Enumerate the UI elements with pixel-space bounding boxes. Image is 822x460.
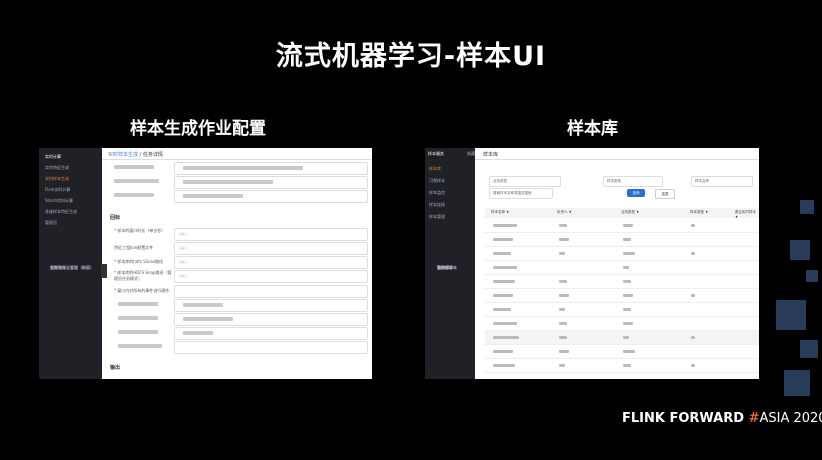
- field-label: * 样本库的HDFS Snap路径（管理员任务模式）: [114, 270, 172, 281]
- left-main: 实时样本生成 / 任务详情 回标 * 样本的窗口时长（单位秒） 请输入 特征工程…: [102, 148, 372, 379]
- slide-title: 流式机器学习-样本UI: [275, 41, 547, 72]
- business-type-select[interactable]: 业务类型: [489, 176, 561, 187]
- table-header: 样本名称 ♦ 负责人 ♦ 业务类型 ♦ 样本类型 ♦ 是否实时样本 ♦: [485, 208, 759, 219]
- divider: [475, 159, 759, 160]
- table-row[interactable]: [485, 233, 759, 247]
- left-sidebar: 实时计算 实时特征生成 实时样本生成 Flink实时计算 Storm实时计算 多…: [39, 148, 102, 379]
- column-header[interactable]: 样本类型 ♦: [690, 210, 708, 215]
- section-title: 回标: [110, 215, 121, 221]
- table-row[interactable]: [485, 359, 759, 373]
- join-config-input[interactable]: 请输入: [174, 242, 368, 255]
- slice-path-input[interactable]: 请输入: [174, 256, 368, 269]
- breadcrumb: 实时样本生成 / 任务详情: [108, 151, 163, 158]
- table-row[interactable]: [485, 303, 759, 317]
- job-config-screenshot: 实时计算 实时特征生成 实时样本生成 Flink实时计算 Storm实时计算 多…: [39, 148, 372, 379]
- blurred-input[interactable]: [174, 190, 368, 203]
- sidebar-item[interactable]: 样本监控: [425, 187, 475, 199]
- window-op-input[interactable]: [174, 285, 368, 298]
- table-row[interactable]: [485, 331, 759, 345]
- right-caption: 样本库: [567, 119, 618, 139]
- table-row[interactable]: [485, 345, 759, 359]
- blurred-label: [114, 179, 159, 183]
- blurred-label: [114, 193, 154, 197]
- field-label: * 样本库的hdfs Sliceа路径: [114, 259, 163, 264]
- table-row[interactable]: [485, 247, 759, 261]
- field-label: 特征工程Join配置文件: [114, 245, 154, 250]
- breadcrumb-current: 任务详情: [142, 152, 163, 158]
- table-row[interactable]: [485, 289, 759, 303]
- decor-cube: [776, 300, 806, 330]
- blurred-input[interactable]: [174, 176, 368, 189]
- sidebar-item[interactable]: Storm实时计算: [39, 195, 102, 206]
- sidebar-header: 样本服务 隐藏: [428, 151, 475, 157]
- decor-cube: [800, 200, 814, 214]
- decor-cube: [806, 270, 818, 282]
- column-header[interactable]: 业务类型 ♦: [621, 210, 639, 215]
- table-row[interactable]: [485, 275, 759, 289]
- sidebar-item[interactable]: 可视样本: [425, 175, 475, 187]
- sidebar-item[interactable]: 多维样本特征生成: [39, 206, 102, 217]
- sidebar-item[interactable]: Flink实时计算: [39, 184, 102, 195]
- blurred-label: [118, 302, 158, 306]
- blurred-label: [118, 330, 158, 334]
- blurred-input[interactable]: [174, 299, 368, 312]
- sample-name-input[interactable]: 样本名称: [691, 176, 753, 187]
- sidebar-item[interactable]: 实时特征生成: [39, 162, 102, 173]
- breadcrumb-link[interactable]: 实时样本生成: [108, 152, 138, 158]
- window-length-input[interactable]: 请输入: [174, 228, 368, 241]
- left-caption: 样本生成作业配置: [130, 119, 266, 139]
- sidebar-item[interactable]: 实时流作业管理（新版）: [39, 262, 94, 273]
- blurred-input[interactable]: [174, 162, 368, 175]
- breadcrumb-sep: /: [139, 152, 142, 158]
- sidebar-item[interactable]: 实时计算: [39, 151, 102, 162]
- blurred-label: [118, 316, 158, 320]
- sidebar-item[interactable]: 样本管理: [425, 211, 475, 223]
- sample-library-screenshot: 样本服务 隐藏 样本库 可用样本 可视样本 我的样本 他的样本 已申请样本 样本…: [425, 148, 759, 379]
- sidebar-item[interactable]: 样本连接: [425, 199, 475, 211]
- hide-sidebar-link[interactable]: 隐藏: [467, 151, 475, 157]
- search-input[interactable]: 搜索样本名称或描述搜索: [489, 188, 553, 199]
- table-row[interactable]: [485, 261, 759, 275]
- decor-cube: [790, 240, 810, 260]
- sample-type-select[interactable]: 样本类型: [603, 176, 663, 187]
- right-sidebar: 样本服务 隐藏 样本库 可用样本 可视样本 我的样本 他的样本 已申请样本 样本…: [425, 148, 475, 379]
- query-button[interactable]: 查询: [627, 189, 645, 197]
- decor-cube: [784, 370, 810, 396]
- page-title: 样本库: [483, 152, 499, 158]
- sidebar-item-active[interactable]: 实时样本生成: [39, 173, 102, 184]
- event-logo: FLINK FORWARD #ASIA 2020: [622, 411, 822, 426]
- snap-path-input[interactable]: 请输入: [174, 270, 368, 283]
- reset-button[interactable]: 重置: [655, 189, 675, 199]
- sidebar-item[interactable]: 已申请样本: [425, 262, 457, 274]
- table-row[interactable]: [485, 317, 759, 331]
- section-title: 输出: [110, 365, 121, 371]
- sidebar-item-active[interactable]: 样本库: [425, 163, 475, 175]
- column-header[interactable]: 负责人 ♦: [557, 210, 572, 215]
- blurred-label: [114, 165, 154, 169]
- field-label: * 样本的窗口时长（单位秒）: [114, 228, 166, 233]
- table-row[interactable]: [485, 219, 759, 233]
- blurred-input[interactable]: [174, 327, 368, 340]
- blurred-label: [118, 344, 162, 348]
- sidebar-item[interactable]: 管理员: [39, 217, 102, 228]
- field-label: * 窗口内对所有的事件进行操作: [114, 288, 170, 293]
- column-header[interactable]: 样本名称 ♦: [491, 210, 509, 215]
- column-header[interactable]: 是否实时样本 ♦: [735, 210, 759, 219]
- divider: [102, 159, 372, 160]
- blurred-input[interactable]: [174, 313, 368, 326]
- right-main: 样本库 业务类型 样本类型 样本名称 搜索样本名称或描述搜索 查询 重置 样本名…: [475, 148, 759, 379]
- blurred-input[interactable]: [174, 341, 368, 354]
- decor-cube: [800, 340, 818, 358]
